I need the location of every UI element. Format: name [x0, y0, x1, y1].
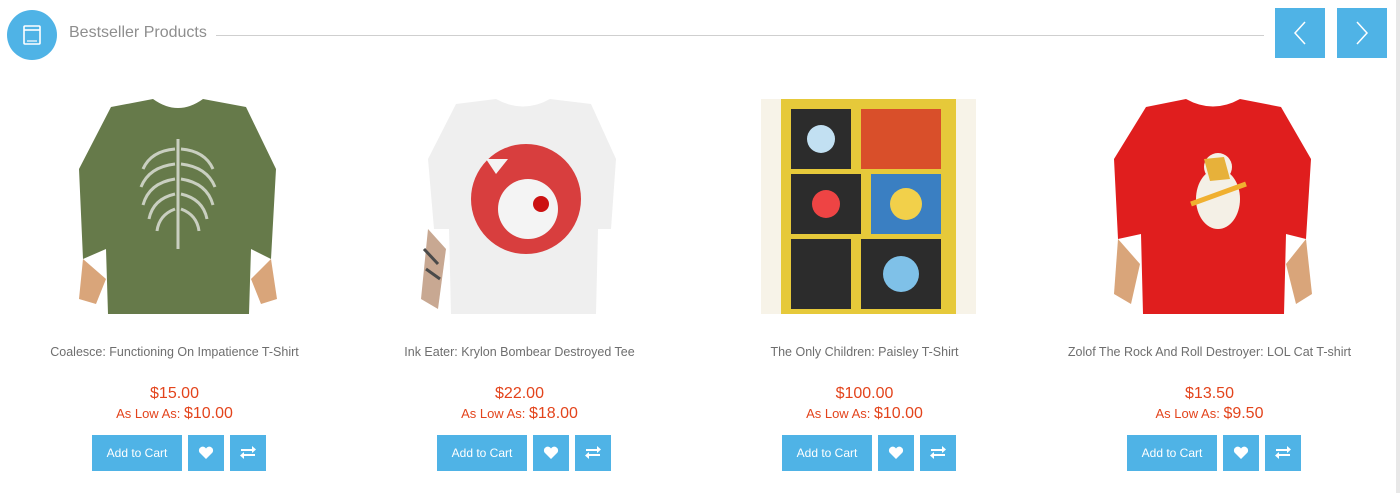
add-to-cart-button[interactable]: Add to Cart [1127, 435, 1217, 471]
compare-button[interactable] [920, 435, 956, 471]
heart-icon [543, 446, 559, 459]
low-price-value: $9.50 [1223, 405, 1264, 422]
product-price: $100.00 [835, 385, 894, 402]
product-card: Zolof The Rock And Roll Destroyer: LOL C… [1037, 96, 1382, 486]
add-to-cart-button[interactable]: Add to Cart [92, 435, 182, 471]
product-price: $13.50 [1185, 385, 1234, 402]
compare-arrows-icon [585, 446, 601, 459]
chevron-right-icon [1356, 21, 1369, 45]
low-price: As Low As: $9.50 [1037, 405, 1382, 423]
low-price-value: $10.00 [874, 405, 923, 422]
low-price-value: $18.00 [529, 405, 578, 422]
product-price: $22.00 [495, 385, 544, 402]
low-price-label: As Low As: [461, 406, 526, 421]
product-image[interactable] [416, 99, 631, 314]
add-to-cart-button[interactable]: Add to Cart [437, 435, 527, 471]
compare-button[interactable] [230, 435, 266, 471]
carousel-next-button[interactable] [1337, 8, 1387, 58]
compare-button[interactable] [1265, 435, 1301, 471]
low-price-label: As Low As: [806, 406, 871, 421]
product-card: Coalesce: Functioning On Impatience T-Sh… [2, 96, 347, 486]
low-price-label: As Low As: [116, 406, 181, 421]
wishlist-button[interactable] [1223, 435, 1259, 471]
product-name[interactable]: The Only Children: Paisley T-Shirt [692, 345, 1037, 359]
wishlist-button[interactable] [533, 435, 569, 471]
product-actions: Add to Cart [1127, 435, 1302, 471]
low-price-label: As Low As: [1155, 406, 1220, 421]
section-title: Bestseller Products [69, 24, 207, 41]
product-actions: Add to Cart [437, 435, 612, 471]
add-to-cart-button[interactable]: Add to Cart [782, 435, 872, 471]
product-card: The Only Children: Paisley T-Shirt $100.… [692, 96, 1037, 486]
product-name[interactable]: Zolof The Rock And Roll Destroyer: LOL C… [1037, 345, 1382, 359]
product-price: $15.00 [150, 385, 199, 402]
chevron-left-icon [1293, 21, 1306, 45]
low-price: As Low As: $10.00 [2, 405, 347, 423]
product-image[interactable] [71, 99, 286, 314]
compare-button[interactable] [575, 435, 611, 471]
product-image[interactable] [1106, 99, 1321, 314]
product-card: Ink Eater: Krylon Bombear Destroyed Tee … [347, 96, 692, 486]
wishlist-button[interactable] [878, 435, 914, 471]
product-name[interactable]: Coalesce: Functioning On Impatience T-Sh… [2, 345, 347, 359]
low-price: As Low As: $10.00 [692, 405, 1037, 423]
wishlist-button[interactable] [188, 435, 224, 471]
low-price-value: $10.00 [184, 405, 233, 422]
product-actions: Add to Cart [92, 435, 267, 471]
low-price: As Low As: $18.00 [347, 405, 692, 423]
title-divider [216, 35, 1264, 36]
product-image[interactable] [761, 99, 976, 314]
heart-icon [198, 446, 214, 459]
scrollbar[interactable] [1396, 0, 1400, 493]
product-actions: Add to Cart [782, 435, 957, 471]
carousel-prev-button[interactable] [1275, 8, 1325, 58]
heart-icon [1233, 446, 1249, 459]
product-name[interactable]: Ink Eater: Krylon Bombear Destroyed Tee [347, 345, 692, 359]
heart-icon [888, 446, 904, 459]
compare-arrows-icon [1275, 446, 1291, 459]
compare-arrows-icon [240, 446, 256, 459]
compare-arrows-icon [930, 446, 946, 459]
book-icon [7, 10, 57, 60]
section-header: Bestseller Products [0, 0, 1400, 80]
